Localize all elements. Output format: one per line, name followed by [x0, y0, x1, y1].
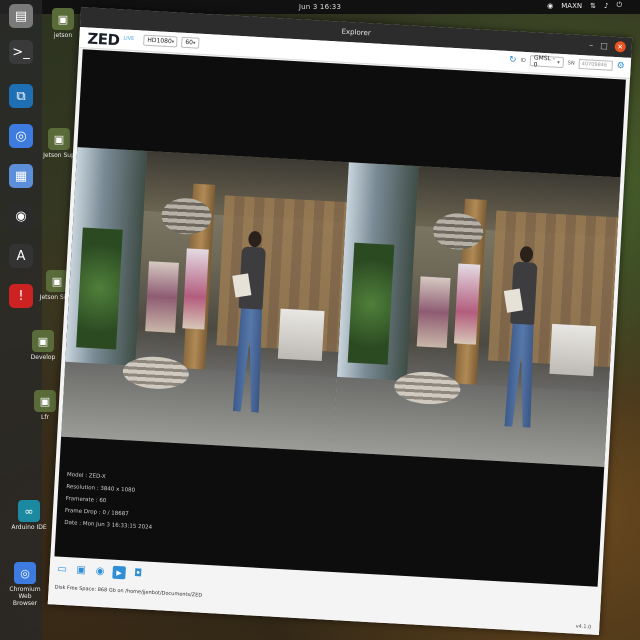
terminal-icon[interactable]: >_	[9, 40, 33, 64]
maximize-icon[interactable]: □	[600, 41, 608, 50]
chevron-down-icon: ▾	[557, 59, 560, 66]
version-label: v4.1.0	[575, 623, 592, 631]
help-icon[interactable]: !	[9, 284, 33, 308]
camera-tools: ↻ ID GMSL - 0 ▾ SN 40709846 ⚙	[509, 54, 625, 71]
shortcut-icon: ◎	[14, 562, 36, 584]
serial-number-field[interactable]: 40709846	[578, 58, 613, 71]
software-icon[interactable]: A	[9, 244, 33, 268]
video-viewer: Model : ZED-X Resolution : 3840 x 1080 F…	[54, 49, 626, 587]
dock: ▤ >_ ⧉ ◎ ▦ ◉ A!	[0, 0, 42, 640]
zed-logo: ZED	[86, 29, 120, 50]
resolution-select[interactable]: HD1080 ▾	[143, 34, 178, 48]
vscode-icon[interactable]: ⧉	[9, 84, 33, 108]
camera-select[interactable]: GMSL - 0 ▾	[529, 53, 565, 69]
shortcut-label: Arduino IDE	[11, 524, 47, 531]
fps-select[interactable]: 60 ▾	[181, 36, 200, 49]
volume-icon[interactable]: ♪	[604, 2, 608, 10]
shortcut-label: Chromium Web Browser	[9, 586, 41, 607]
shortcut-icon: ∞	[18, 500, 40, 522]
settings-gear-icon[interactable]: ⚙	[616, 61, 625, 71]
video-icon[interactable]: ▣	[74, 564, 88, 578]
disk-space-label: Disk Free Space: 868 Gb on /home/jjenbot…	[54, 584, 203, 599]
desktop-shortcut[interactable]: ∞ Arduino IDE	[10, 500, 48, 531]
desktop-shortcut[interactable]: ▣ jetson	[44, 8, 82, 39]
camera-value: GMSL - 0	[533, 53, 556, 69]
stereo-image[interactable]	[61, 147, 621, 467]
live-indicator: LIVE	[123, 35, 135, 43]
chevron-down-icon: ▾	[192, 39, 196, 46]
power-mode-label[interactable]: MAXN	[561, 2, 582, 10]
desktop-shortcut[interactable]: ▣ Develop	[24, 330, 62, 361]
close-icon[interactable]: ✕	[614, 40, 627, 53]
refresh-icon[interactable]: ↻	[509, 55, 517, 65]
shortcut-label: Develop	[30, 354, 56, 361]
power-icon[interactable]: ⏻	[616, 1, 622, 10]
nvidia-icon[interactable]: ◉	[547, 2, 553, 10]
camera-snapshot-icon[interactable]: ◘	[131, 567, 145, 581]
resolution-value: HD1080	[147, 36, 172, 46]
network-icon[interactable]: ⇅	[590, 2, 596, 10]
window-controls: – □ ✕	[589, 39, 627, 53]
files-icon[interactable]: ▤	[9, 4, 33, 28]
shortcut-icon: ▣	[32, 330, 54, 352]
explorer-window: Explorer – □ ✕ ZED LIVE HD1080 ▾ 60 ▾ ↻ …	[47, 7, 633, 635]
window-title: Explorer	[341, 27, 371, 38]
chevron-down-icon: ▾	[171, 38, 175, 45]
action-icons: ▭ ▣ ◉ ▶ ◘	[55, 563, 145, 581]
record-icon[interactable]: ◉	[93, 565, 107, 579]
minimize-icon[interactable]: –	[589, 40, 593, 49]
desktop-shortcut[interactable]: ◎ Chromium Web Browser	[6, 562, 44, 607]
shortcut-icon: ▣	[48, 128, 70, 150]
shortcut-icon: ▣	[34, 390, 56, 412]
left-camera-view	[61, 147, 349, 452]
camera-id-label: ID	[520, 57, 527, 64]
chromium-icon[interactable]: ◎	[9, 124, 33, 148]
serial-number-value: 40709846	[581, 60, 608, 69]
clock[interactable]: Jun 3 16:33	[299, 3, 341, 11]
shortcut-label: jetson	[53, 32, 73, 39]
camera-info-overlay: Model : ZED-X Resolution : 3840 x 1080 F…	[64, 469, 155, 534]
obs-icon[interactable]: ◉	[9, 204, 33, 228]
shortcut-icon: ▣	[52, 8, 74, 30]
serial-number-label: SN	[567, 59, 575, 67]
system-tray: ◉ MAXN ⇅ ♪ ⏻	[547, 1, 622, 10]
svo-icon[interactable]: ▶	[112, 565, 126, 580]
right-camera-view	[332, 162, 621, 467]
text-editor-icon[interactable]: ▦	[9, 164, 33, 188]
folder-icon[interactable]: ▭	[55, 563, 69, 577]
